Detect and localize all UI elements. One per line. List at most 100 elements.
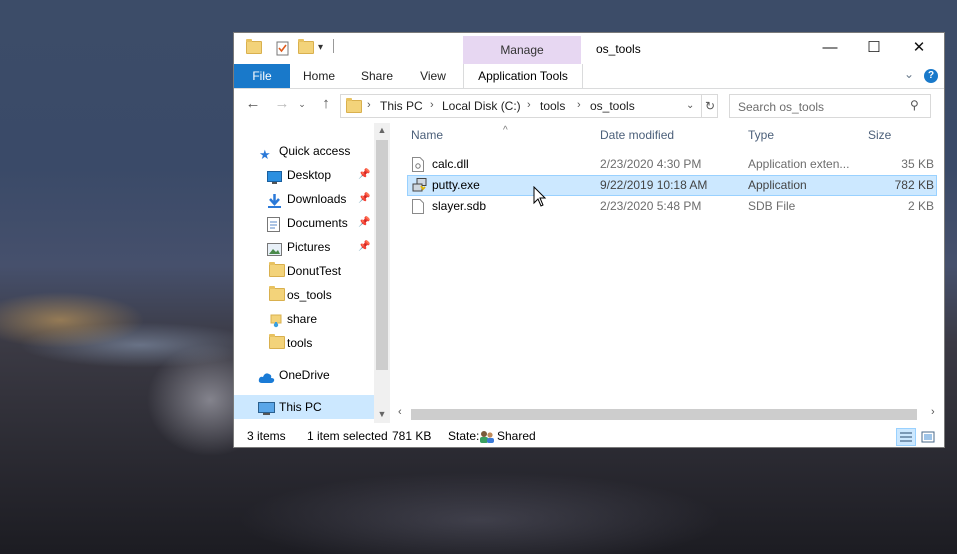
breadcrumb-separator-icon[interactable]: › — [577, 95, 581, 117]
large-icons-view-icon[interactable] — [918, 428, 938, 446]
cloud-icon — [258, 368, 275, 383]
star-icon: ★ — [259, 147, 271, 162]
nav-item-documents[interactable]: Documents 📌 — [234, 211, 374, 235]
file-date: 2/23/2020 4:30 PM — [600, 157, 702, 171]
ribbon-tabs: File Home Share View Application Tools ⌄… — [234, 64, 944, 89]
status-bar: 3 items 1 item selected 781 KB State: Sh… — [234, 425, 944, 447]
breadcrumb-separator-icon[interactable]: › — [367, 95, 371, 117]
nav-item-this-pc[interactable]: This PC — [234, 395, 374, 419]
file-list: Name ^ Date modified Type Size calc.dll … — [404, 123, 940, 423]
nav-item-donuttest[interactable]: DonutTest — [234, 259, 374, 283]
search-input[interactable] — [736, 97, 910, 116]
item-count: 3 items — [247, 429, 286, 443]
scroll-right-arrow-icon[interactable]: › — [931, 406, 935, 418]
folder-icon — [269, 334, 285, 349]
pin-icon[interactable]: 📌 — [358, 187, 370, 211]
shared-folder-icon — [269, 312, 284, 328]
file-date: 2/23/2020 5:48 PM — [600, 199, 702, 213]
file-row-putty-exe[interactable]: putty.exe 9/22/2019 10:18 AM Application… — [407, 175, 937, 196]
nav-item-desktop[interactable]: Desktop 📌 — [234, 163, 374, 187]
tab-file[interactable]: File — [234, 64, 290, 88]
maximize-button[interactable]: ☐ — [852, 37, 896, 59]
tab-share[interactable]: Share — [356, 64, 398, 88]
search-icon[interactable]: ⚲ — [910, 98, 919, 112]
scrollbar-thumb[interactable] — [376, 140, 388, 370]
search-box[interactable]: ⚲ — [729, 94, 931, 118]
folder-icon[interactable] — [246, 39, 262, 55]
folder-icon — [269, 286, 285, 301]
putty-icon — [412, 178, 427, 193]
file-icon — [412, 199, 424, 214]
file-name: putty.exe — [432, 178, 480, 192]
address-bar[interactable]: › This PC › Local Disk (C:) › tools › os… — [340, 94, 718, 118]
scroll-left-arrow-icon[interactable]: ‹ — [398, 406, 402, 418]
file-type: Application — [748, 178, 807, 192]
file-name: slayer.sdb — [432, 199, 487, 213]
state-value: Shared — [497, 429, 536, 443]
scrollbar-thumb[interactable] — [411, 409, 917, 420]
up-arrow-icon[interactable]: ↑ — [316, 94, 336, 114]
breadcrumb-os-tools[interactable]: os_tools — [590, 95, 635, 117]
file-row-slayer-sdb[interactable]: slayer.sdb 2/23/2020 5:48 PM SDB File 2 … — [407, 196, 937, 217]
computer-icon — [258, 400, 275, 415]
nav-item-onedrive[interactable]: OneDrive — [234, 363, 374, 387]
new-folder-icon[interactable] — [298, 39, 314, 55]
close-button[interactable]: ✕ — [897, 37, 941, 59]
customize-toolbar-icon[interactable]: ▾ — [318, 42, 332, 56]
manage-contextual-tab[interactable]: Manage — [463, 36, 581, 64]
mouse-pointer-icon — [533, 185, 547, 208]
pin-icon[interactable]: 📌 — [358, 211, 370, 235]
tab-view[interactable]: View — [414, 64, 452, 88]
toolbar-divider — [333, 39, 334, 53]
minimize-button[interactable]: — — [808, 37, 852, 59]
help-icon[interactable]: ? — [924, 69, 938, 83]
breadcrumb-this-pc[interactable]: This PC — [380, 95, 423, 117]
file-list-horizontal-scrollbar[interactable]: ‹ › — [394, 406, 942, 422]
breadcrumb-separator-icon[interactable]: › — [430, 95, 434, 117]
properties-icon[interactable] — [276, 41, 290, 56]
forward-arrow-icon[interactable]: → — [272, 94, 292, 114]
nav-item-downloads[interactable]: Downloads 📌 — [234, 187, 374, 211]
breadcrumb-local-disk[interactable]: Local Disk (C:) — [442, 95, 521, 117]
pin-icon[interactable]: 📌 — [358, 235, 370, 259]
download-icon — [267, 192, 282, 208]
desktop-icon — [267, 168, 282, 184]
column-header-date-modified[interactable]: Date modified — [600, 128, 674, 142]
scroll-down-arrow-icon[interactable]: ▼ — [374, 409, 390, 419]
file-size: 35 KB — [901, 157, 934, 171]
recent-locations-chevron-icon[interactable]: ⌄ — [292, 94, 312, 114]
address-dropdown-chevron-icon[interactable]: ⌄ — [686, 95, 694, 117]
refresh-icon[interactable]: ↻ — [701, 95, 715, 117]
nav-item-os-tools[interactable]: os_tools — [234, 283, 374, 307]
nav-item-quick-access[interactable]: ★ Quick access — [234, 139, 374, 163]
folder-icon — [346, 98, 362, 113]
column-header-name[interactable]: Name ^ — [411, 125, 508, 142]
breadcrumb-tools[interactable]: tools — [540, 95, 565, 117]
selection-size: 781 KB — [392, 429, 432, 443]
scroll-up-arrow-icon[interactable]: ▲ — [374, 125, 390, 135]
file-explorer-window: ▾ Manage os_tools — ☐ ✕ File Home Share … — [234, 33, 944, 447]
tab-home[interactable]: Home — [298, 64, 340, 88]
column-header-size[interactable]: Size — [868, 128, 891, 142]
tab-application-tools[interactable]: Application Tools — [463, 64, 583, 88]
file-row-calc-dll[interactable]: calc.dll 2/23/2020 4:30 PM Application e… — [407, 154, 937, 175]
folder-icon — [269, 262, 285, 277]
back-arrow-icon[interactable]: ← — [243, 94, 263, 114]
column-header-type[interactable]: Type — [748, 128, 774, 142]
nav-item-share[interactable]: share — [234, 307, 374, 331]
nav-item-pictures[interactable]: Pictures 📌 — [234, 235, 374, 259]
pictures-icon — [267, 240, 282, 256]
window-title: os_tools — [596, 42, 641, 56]
navigation-pane-scrollbar[interactable]: ▲ ▼ — [374, 123, 390, 423]
file-type: SDB File — [748, 199, 796, 213]
pin-icon[interactable]: 📌 — [358, 163, 370, 187]
file-size: 2 KB — [907, 199, 934, 213]
details-view-icon[interactable] — [896, 428, 916, 446]
breadcrumb-separator-icon[interactable]: › — [527, 95, 531, 117]
shared-users-icon — [479, 429, 495, 451]
address-row: ← → ⌄ ↑ › This PC › Local Disk (C:) › to… — [234, 89, 944, 121]
expand-ribbon-icon[interactable]: ⌄ — [904, 67, 914, 81]
nav-item-tools[interactable]: tools — [234, 331, 374, 355]
sort-ascending-icon: ^ — [503, 125, 508, 136]
state-label: State: — [448, 429, 480, 443]
